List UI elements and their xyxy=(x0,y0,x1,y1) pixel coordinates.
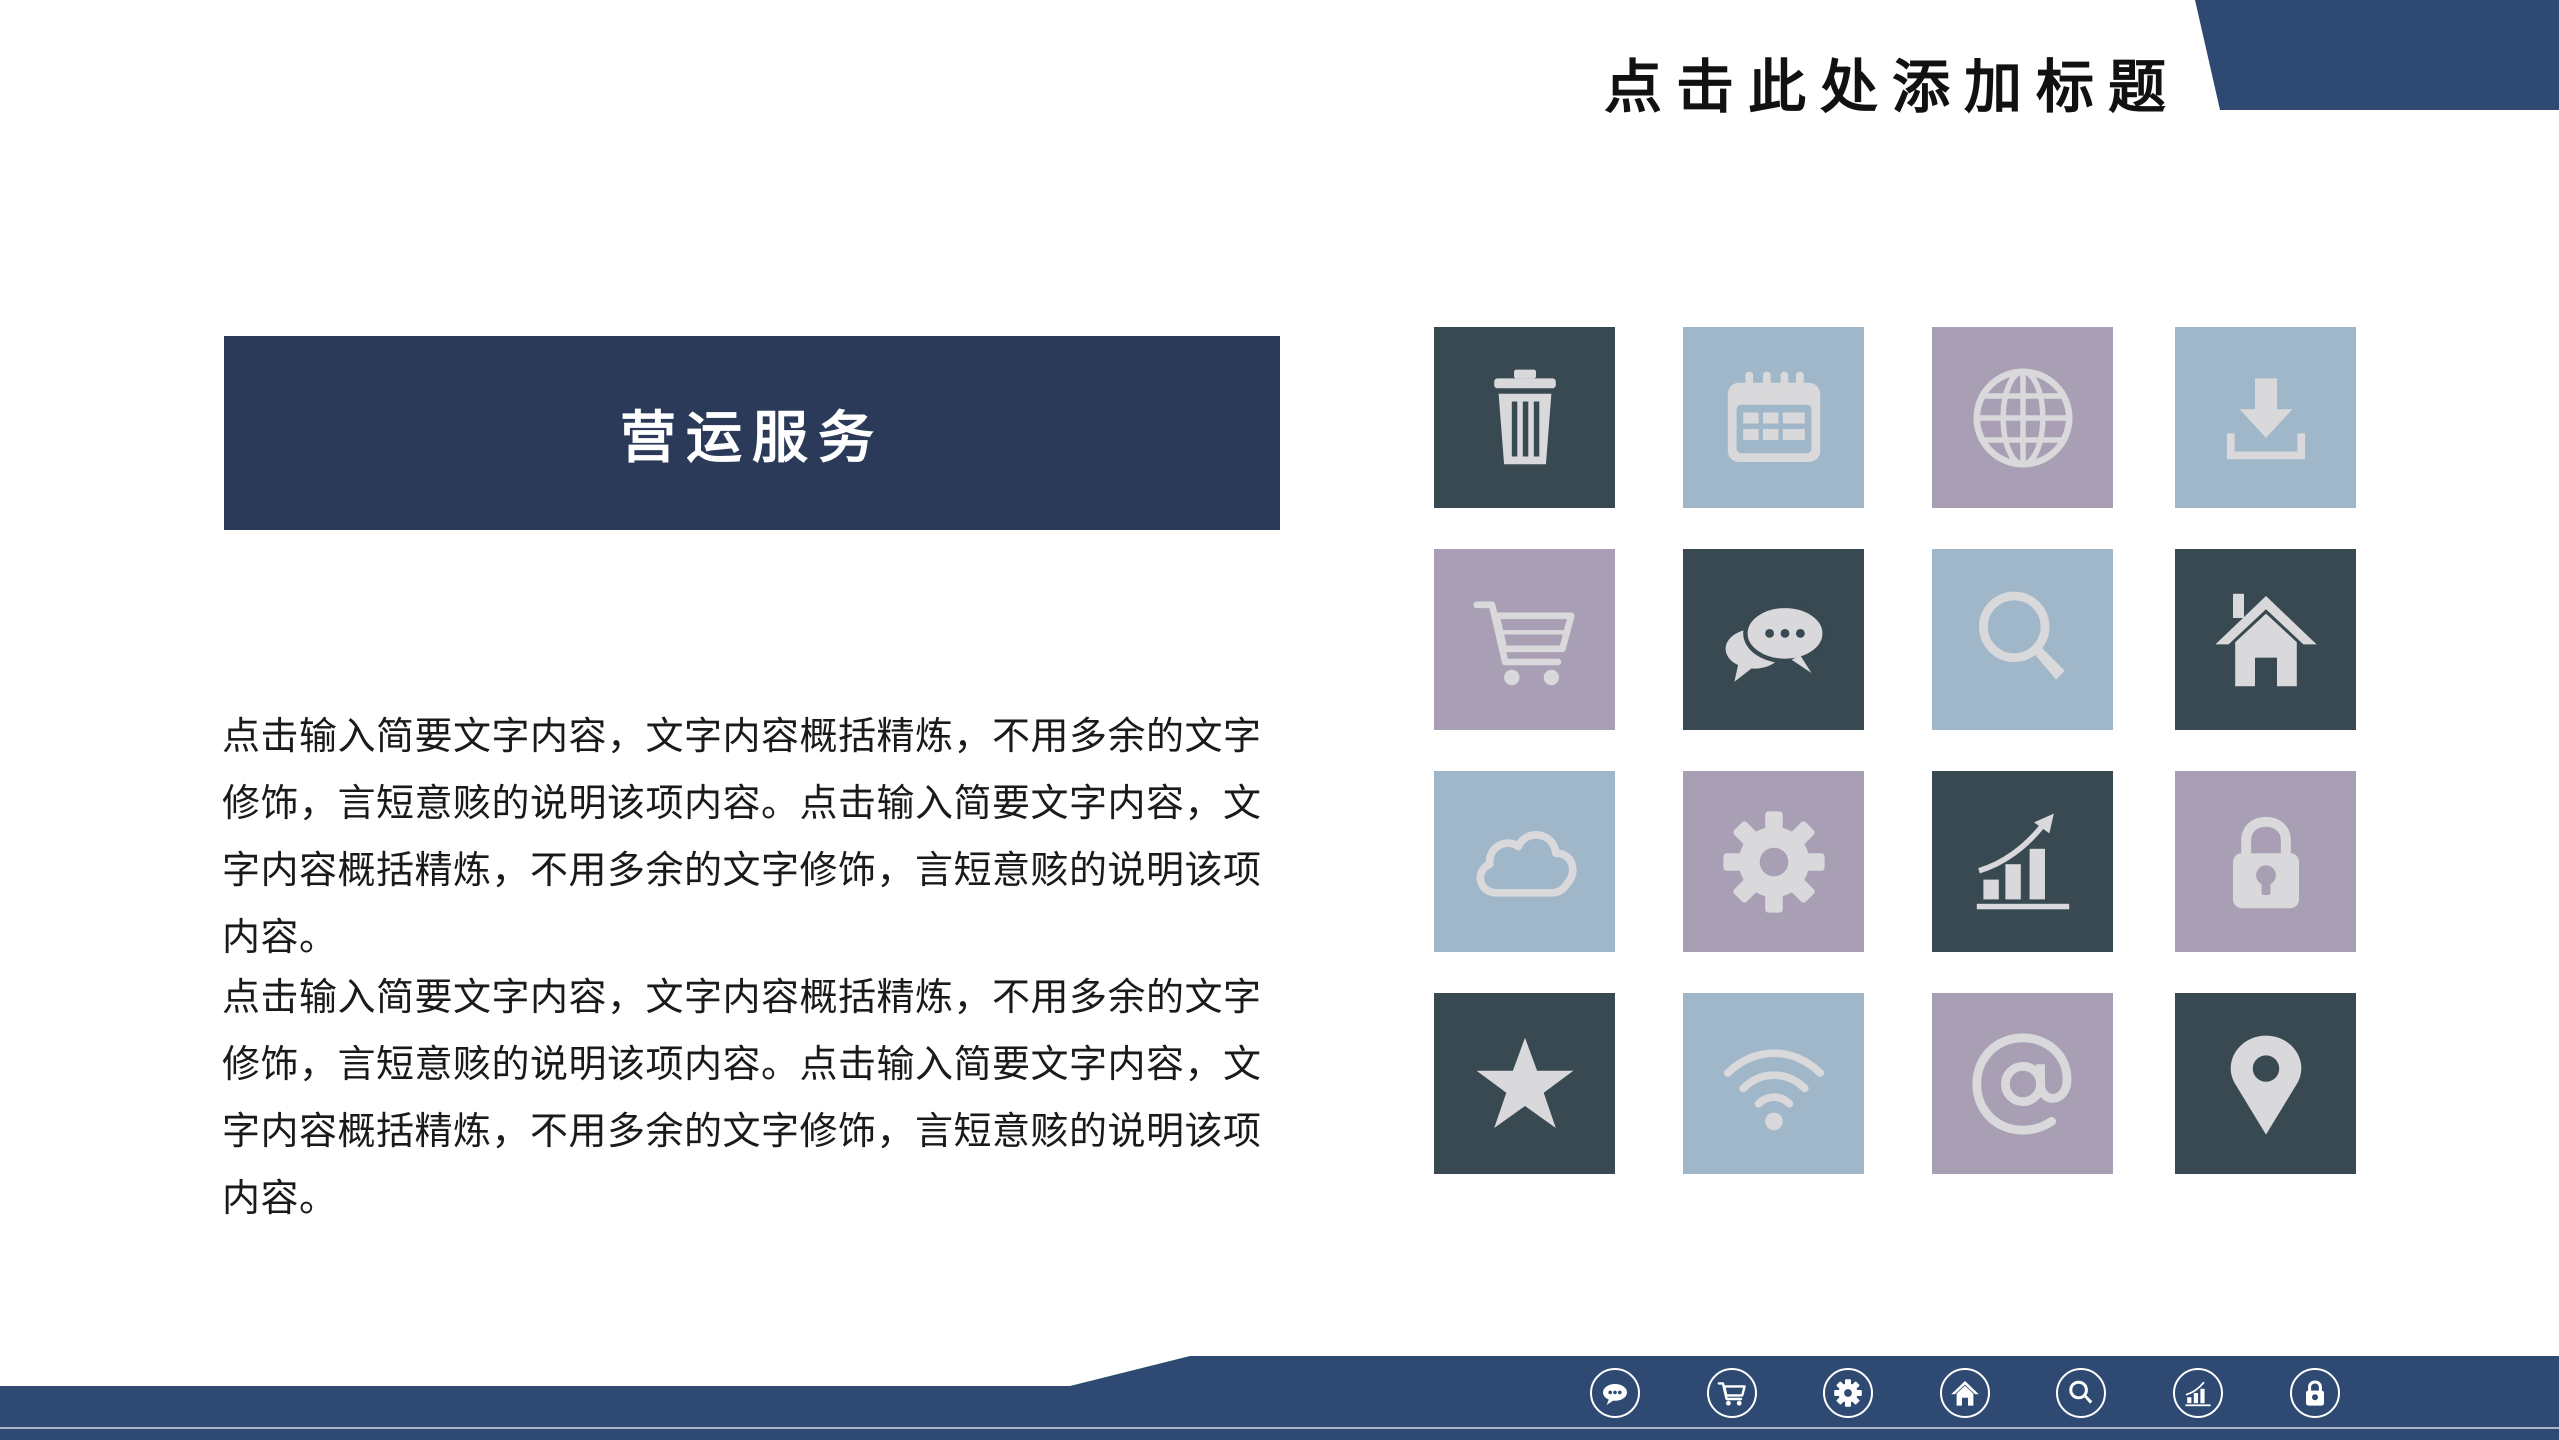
page-title[interactable]: 点击此处添加标题 xyxy=(1500,42,2180,132)
home-icon xyxy=(1951,1381,1979,1406)
body-paragraph[interactable]: 点击输入简要文字内容，文字内容概括精炼，不用多余的文字修饰，言短意赅的说明该项内… xyxy=(222,964,1292,1232)
tile-search[interactable] xyxy=(1932,549,2113,730)
tile-at[interactable] xyxy=(1932,993,2113,1174)
gear-icon xyxy=(1722,810,1825,913)
download-icon xyxy=(2226,377,2305,459)
cloud-icon xyxy=(1476,830,1577,897)
chart-icon xyxy=(1976,813,2069,909)
gear-icon xyxy=(1834,1379,1862,1407)
trash-icon xyxy=(1493,369,1556,464)
footer-chat-button[interactable] xyxy=(1590,1368,1640,1418)
search-icon xyxy=(2069,1380,2093,1404)
footer-search-button[interactable] xyxy=(2056,1368,2106,1418)
footer-chart-button[interactable] xyxy=(2173,1368,2223,1418)
chart-icon xyxy=(2185,1381,2211,1407)
tile-lock[interactable] xyxy=(2175,771,2356,952)
tile-globe[interactable] xyxy=(1932,327,2113,508)
body-paragraph[interactable]: 点击输入简要文字内容，文字内容概括精炼，不用多余的文字修饰，言短意赅的说明该项内… xyxy=(222,703,1292,971)
section-header: 营运服务 xyxy=(224,336,1280,530)
tile-download[interactable] xyxy=(2175,327,2356,508)
cart-icon xyxy=(1472,601,1574,685)
footer-gear-button[interactable] xyxy=(1823,1368,1873,1418)
tile-calendar[interactable] xyxy=(1683,327,1864,508)
top-accent-shape xyxy=(2195,0,2559,110)
calendar-icon xyxy=(1727,371,1820,462)
tile-cloud[interactable] xyxy=(1434,771,1615,952)
tile-cart[interactable] xyxy=(1434,549,1615,730)
tile-wifi[interactable] xyxy=(1683,993,1864,1174)
tile-trash[interactable] xyxy=(1434,327,1615,508)
lock-icon xyxy=(2306,1380,2324,1406)
tile-chart[interactable] xyxy=(1932,771,2113,952)
footer-home-button[interactable] xyxy=(1940,1368,1990,1418)
chat-icon xyxy=(1725,603,1827,682)
tile-chat[interactable] xyxy=(1683,549,1864,730)
tile-star[interactable] xyxy=(1434,993,1615,1174)
home-icon xyxy=(2214,593,2317,686)
section-title[interactable]: 营运服务 xyxy=(620,393,884,474)
globe-icon xyxy=(1973,368,2072,467)
star-icon xyxy=(1476,1037,1573,1128)
cart-icon xyxy=(1717,1382,1746,1406)
tile-location[interactable] xyxy=(2175,993,2356,1174)
wifi-icon xyxy=(1723,1049,1824,1130)
search-icon xyxy=(1978,591,2065,680)
chat-icon xyxy=(1603,1384,1627,1405)
tile-gear[interactable] xyxy=(1683,771,1864,952)
footer-cart-button[interactable] xyxy=(1707,1368,1757,1418)
location-pin-icon xyxy=(2230,1035,2301,1135)
lock-icon xyxy=(2232,816,2299,908)
at-icon xyxy=(1971,1032,2071,1135)
footer-lock-button[interactable] xyxy=(2290,1368,2340,1418)
tile-home[interactable] xyxy=(2175,549,2356,730)
